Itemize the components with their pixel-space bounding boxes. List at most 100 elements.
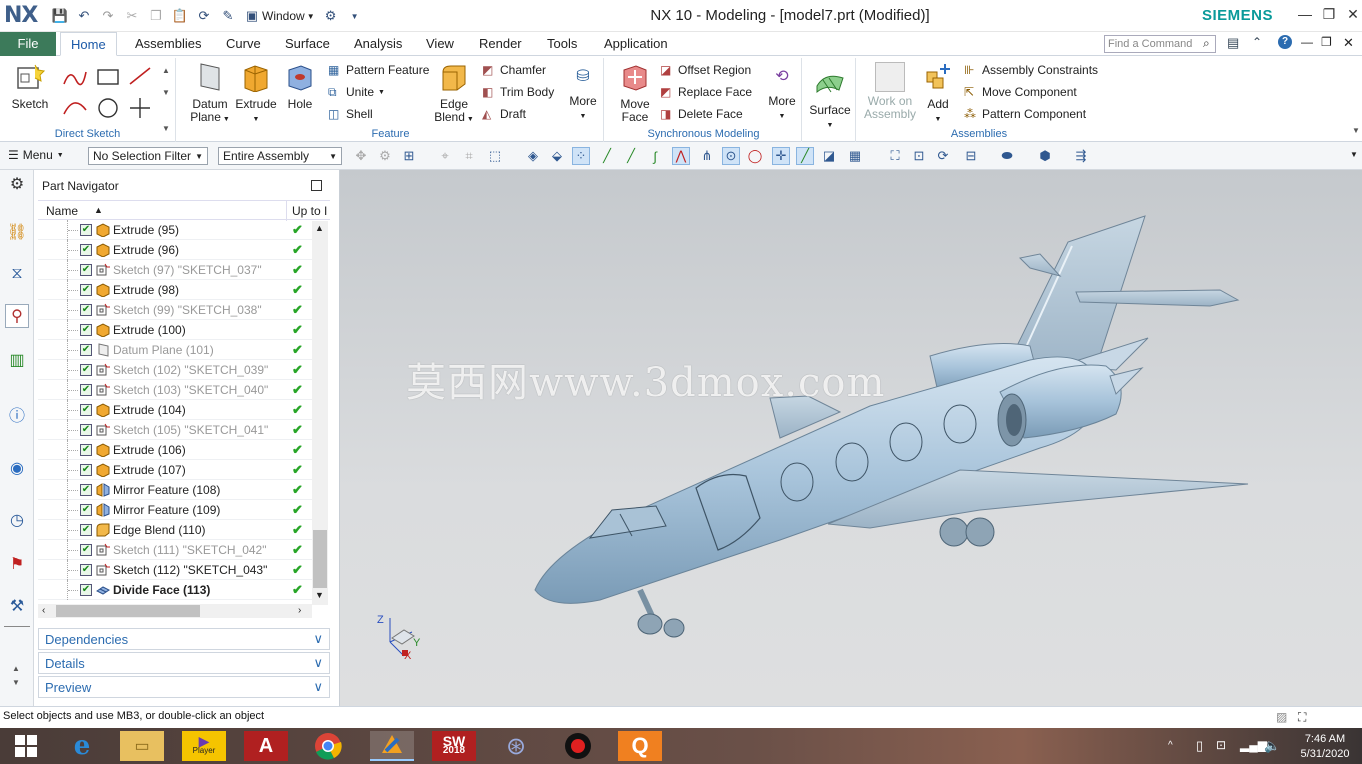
tab-analysis[interactable]: Analysis	[344, 32, 412, 56]
save-icon[interactable]: 💾	[52, 8, 68, 24]
volume-icon[interactable]: 🔈	[1264, 738, 1280, 754]
center-point-icon[interactable]: ⊙	[722, 147, 740, 165]
kmplayer-icon[interactable]: ▶ Player	[182, 731, 226, 761]
add-component-button[interactable]: Add ▼	[920, 62, 956, 126]
vertical-scroll-thumb[interactable]	[313, 530, 327, 588]
history-icon[interactable]: ◷	[5, 508, 29, 532]
chevron-up-icon[interactable]: ▲	[12, 664, 20, 673]
move-face-button[interactable]: Move Face	[612, 62, 658, 124]
wifi-icon[interactable]: ▂▄▆	[1240, 738, 1267, 752]
column-up-to-date[interactable]: Up to I	[292, 204, 327, 218]
window-menu[interactable]: ▣ Window ▼	[244, 8, 315, 24]
table-row[interactable]: ✔ Sketch (99) "SKETCH_038" ✔	[38, 300, 312, 320]
internet-explorer-icon[interactable]: e	[60, 731, 104, 761]
selection-scope-select[interactable]: Entire Assembly ▼	[218, 147, 342, 165]
table-row[interactable]: ✔ Mirror Feature (108) ✔	[38, 480, 312, 500]
solid-body-icon[interactable]: ⬙	[548, 147, 566, 165]
scroll-down-icon[interactable]: ▼	[315, 590, 324, 600]
circle-icon[interactable]	[98, 98, 118, 118]
fit-view-icon[interactable]: ⛶	[886, 147, 904, 165]
checkbox-icon[interactable]: ✔	[80, 463, 92, 476]
copy-icon[interactable]: ❐	[148, 8, 164, 24]
checkbox-icon[interactable]: ✔	[80, 223, 92, 236]
checkbox-icon[interactable]: ✔	[80, 403, 92, 416]
tab-view[interactable]: View	[416, 32, 464, 56]
battery-icon[interactable]: ▯	[1196, 738, 1203, 754]
selection-filter-select[interactable]: No Selection Filter ▼	[88, 147, 208, 165]
checkbox-icon[interactable]: ✔	[80, 523, 92, 536]
table-row[interactable]: ✔ Sketch (112) "SKETCH_043" ✔	[38, 560, 312, 580]
checkbox-icon[interactable]: ✔	[80, 323, 92, 336]
paste-icon[interactable]: 📋	[172, 8, 188, 24]
scroll-right-icon[interactable]: ›	[298, 605, 301, 616]
shaded-view-icon[interactable]: ◈	[524, 147, 542, 165]
scroll-left-icon[interactable]: ‹	[42, 605, 45, 616]
rotate-icon[interactable]: ⟳	[934, 147, 952, 165]
customize-icon[interactable]: ⚙	[323, 8, 339, 24]
column-name[interactable]: Name	[46, 204, 78, 218]
move-component-button[interactable]: ⇱ Move Component	[964, 82, 1077, 102]
dependencies-panel[interactable]: Dependencies ∨	[38, 628, 330, 650]
select-body-icon[interactable]: ⚙	[376, 147, 394, 165]
delete-face-button[interactable]: ◨ Delete Face	[660, 104, 743, 124]
gear-icon[interactable]: ⚙	[5, 172, 29, 196]
shell-button[interactable]: ◫ Shell	[328, 104, 373, 124]
menu-button[interactable]: ☰ Menu ▼	[8, 148, 64, 162]
table-row[interactable]: ✔ Sketch (103) "SKETCH_040" ✔	[38, 380, 312, 400]
chevron-up-icon[interactable]: ^	[1168, 740, 1173, 751]
chevron-up-icon[interactable]: ▲	[162, 66, 170, 75]
table-row[interactable]: ✔ Sketch (105) "SKETCH_041" ✔	[38, 420, 312, 440]
table-row[interactable]: ✔ Extrude (107) ✔	[38, 460, 312, 480]
surface-button[interactable]: Surface ▼	[808, 68, 852, 132]
table-row[interactable]: ✔ Extrude (100) ✔	[38, 320, 312, 340]
checkbox-icon[interactable]: ✔	[80, 343, 92, 356]
tab-file[interactable]: File	[0, 32, 56, 56]
table-row[interactable]: ✔ Sketch (102) "SKETCH_039" ✔	[38, 360, 312, 380]
recorder-icon[interactable]	[556, 731, 600, 761]
edit-section-icon[interactable]: ⇶	[1072, 147, 1090, 165]
tab-surface[interactable]: Surface	[275, 32, 340, 56]
end-point-icon[interactable]: ╱	[598, 147, 616, 165]
checkbox-icon[interactable]: ✔	[80, 283, 92, 296]
checkbox-icon[interactable]: ✔	[80, 243, 92, 256]
undo-icon[interactable]: ↶	[76, 8, 92, 24]
snap-point-icon[interactable]: ⁘	[572, 147, 590, 165]
bounded-grid-icon[interactable]: ▦	[846, 147, 864, 165]
tab-tools[interactable]: Tools	[537, 32, 587, 56]
table-row[interactable]: ✔ Sketch (111) "SKETCH_042" ✔	[38, 540, 312, 560]
tab-curve[interactable]: Curve	[216, 32, 271, 56]
select-face-icon[interactable]: ⌖	[436, 147, 454, 165]
select-feature-icon[interactable]: ✥	[352, 147, 370, 165]
airplane-model[interactable]	[340, 170, 1362, 706]
checkbox-icon[interactable]: ✔	[80, 543, 92, 556]
web-browser-icon[interactable]: ◉	[5, 456, 29, 480]
datum-plane-button[interactable]: Datum Plane ▼	[188, 62, 232, 126]
help-icon[interactable]: ?	[1278, 35, 1292, 49]
reuse-library-icon[interactable]: ▥	[5, 348, 29, 372]
constraint-navigator-icon[interactable]: ⧖	[5, 262, 29, 286]
point-on-curve-icon[interactable]: ╱	[796, 147, 814, 165]
hd3d-tools-icon[interactable]: ⓘ	[5, 402, 29, 426]
existing-point-icon[interactable]: ✛	[772, 147, 790, 165]
minimize-button[interactable]: —	[1294, 6, 1316, 26]
line-icon[interactable]	[129, 67, 151, 85]
checkbox-icon[interactable]: ✔	[80, 303, 92, 316]
search-icon[interactable]: ⌕	[1203, 36, 1210, 51]
ribbon-options-icon[interactable]: ▤	[1227, 35, 1239, 51]
table-row[interactable]: ✔ Sketch (97) "SKETCH_037" ✔	[38, 260, 312, 280]
arc-center-icon[interactable]: ⋔	[698, 147, 716, 165]
work-on-assembly-button[interactable]: Work on Assembly	[862, 62, 918, 121]
roles-icon[interactable]: ⚒	[5, 594, 29, 618]
table-row[interactable]: ✔ Extrude (98) ✔	[38, 280, 312, 300]
checkbox-icon[interactable]: ✔	[80, 423, 92, 436]
nx-taskbar-icon[interactable]	[370, 731, 414, 761]
redo-icon[interactable]: ↷	[100, 8, 116, 24]
orient-view-icon[interactable]: ⊟	[962, 147, 980, 165]
process-studio-icon[interactable]: ⚑	[5, 552, 29, 576]
table-row[interactable]: ✔ Extrude (96) ✔	[38, 240, 312, 260]
scroll-up-icon[interactable]: ▲	[315, 223, 324, 233]
mid-point-icon[interactable]: ╱	[622, 147, 640, 165]
draft-button[interactable]: ◭ Draft	[482, 104, 526, 124]
trim-body-button[interactable]: ◧ Trim Body	[482, 82, 554, 102]
chamfer-button[interactable]: ◩ Chamfer	[482, 60, 546, 80]
